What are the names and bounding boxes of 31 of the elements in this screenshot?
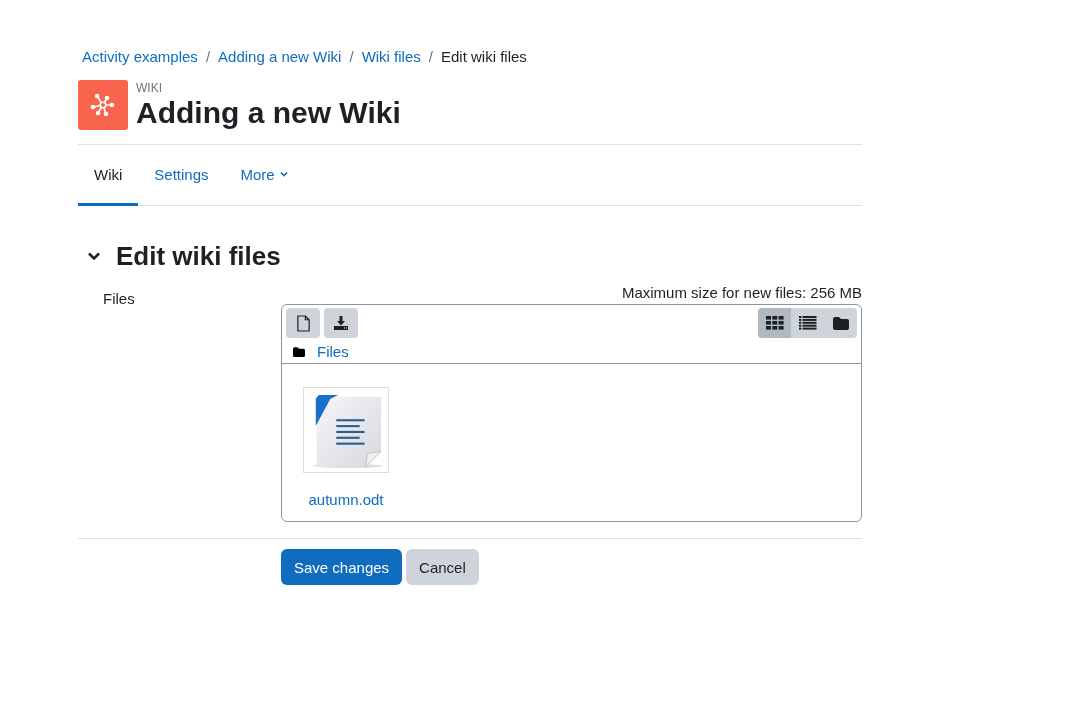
grid-view-button[interactable]: [758, 308, 791, 338]
download-icon: [333, 315, 349, 331]
path-link[interactable]: Files: [317, 343, 349, 360]
list-icon: [798, 316, 817, 330]
file-thumbnail[interactable]: [303, 387, 389, 473]
grid-icon: [765, 316, 784, 330]
folder-icon: [832, 316, 849, 330]
nav-tab[interactable]: Settings: [138, 145, 225, 206]
file-icon: [295, 314, 311, 332]
caret-icon: [278, 169, 289, 179]
nav-tab[interactable]: More: [224, 145, 305, 206]
breadcrumb-link[interactable]: Adding a new Wiki: [218, 47, 342, 65]
file-name-link[interactable]: autumn.odt: [308, 491, 384, 508]
page-title: Adding a new Wiki: [136, 95, 401, 131]
breadcrumb-current: Edit wiki files: [440, 47, 527, 65]
download-button[interactable]: [324, 308, 358, 338]
section-title: Edit wiki files: [116, 240, 281, 272]
breadcrumb-separator: /: [349, 47, 354, 65]
breadcrumb-separator: /: [205, 47, 211, 65]
add-file-button[interactable]: [286, 308, 320, 338]
breadcrumb-link[interactable]: Wiki files: [361, 47, 421, 65]
breadcrumb-link[interactable]: Activity examples: [82, 47, 198, 65]
max-size-note: Maximum size for new files: 256 MB: [620, 284, 862, 302]
save-button[interactable]: Save changes: [281, 549, 403, 585]
wiki-module-icon: [78, 80, 128, 130]
breadcrumb-separator: /: [428, 47, 433, 65]
module-type-label: WIKI: [136, 81, 163, 95]
cancel-button[interactable]: Cancel: [406, 549, 479, 585]
folder-icon: [293, 346, 305, 357]
field-label: Files: [102, 289, 136, 309]
nav-tab[interactable]: Wiki: [78, 145, 139, 206]
